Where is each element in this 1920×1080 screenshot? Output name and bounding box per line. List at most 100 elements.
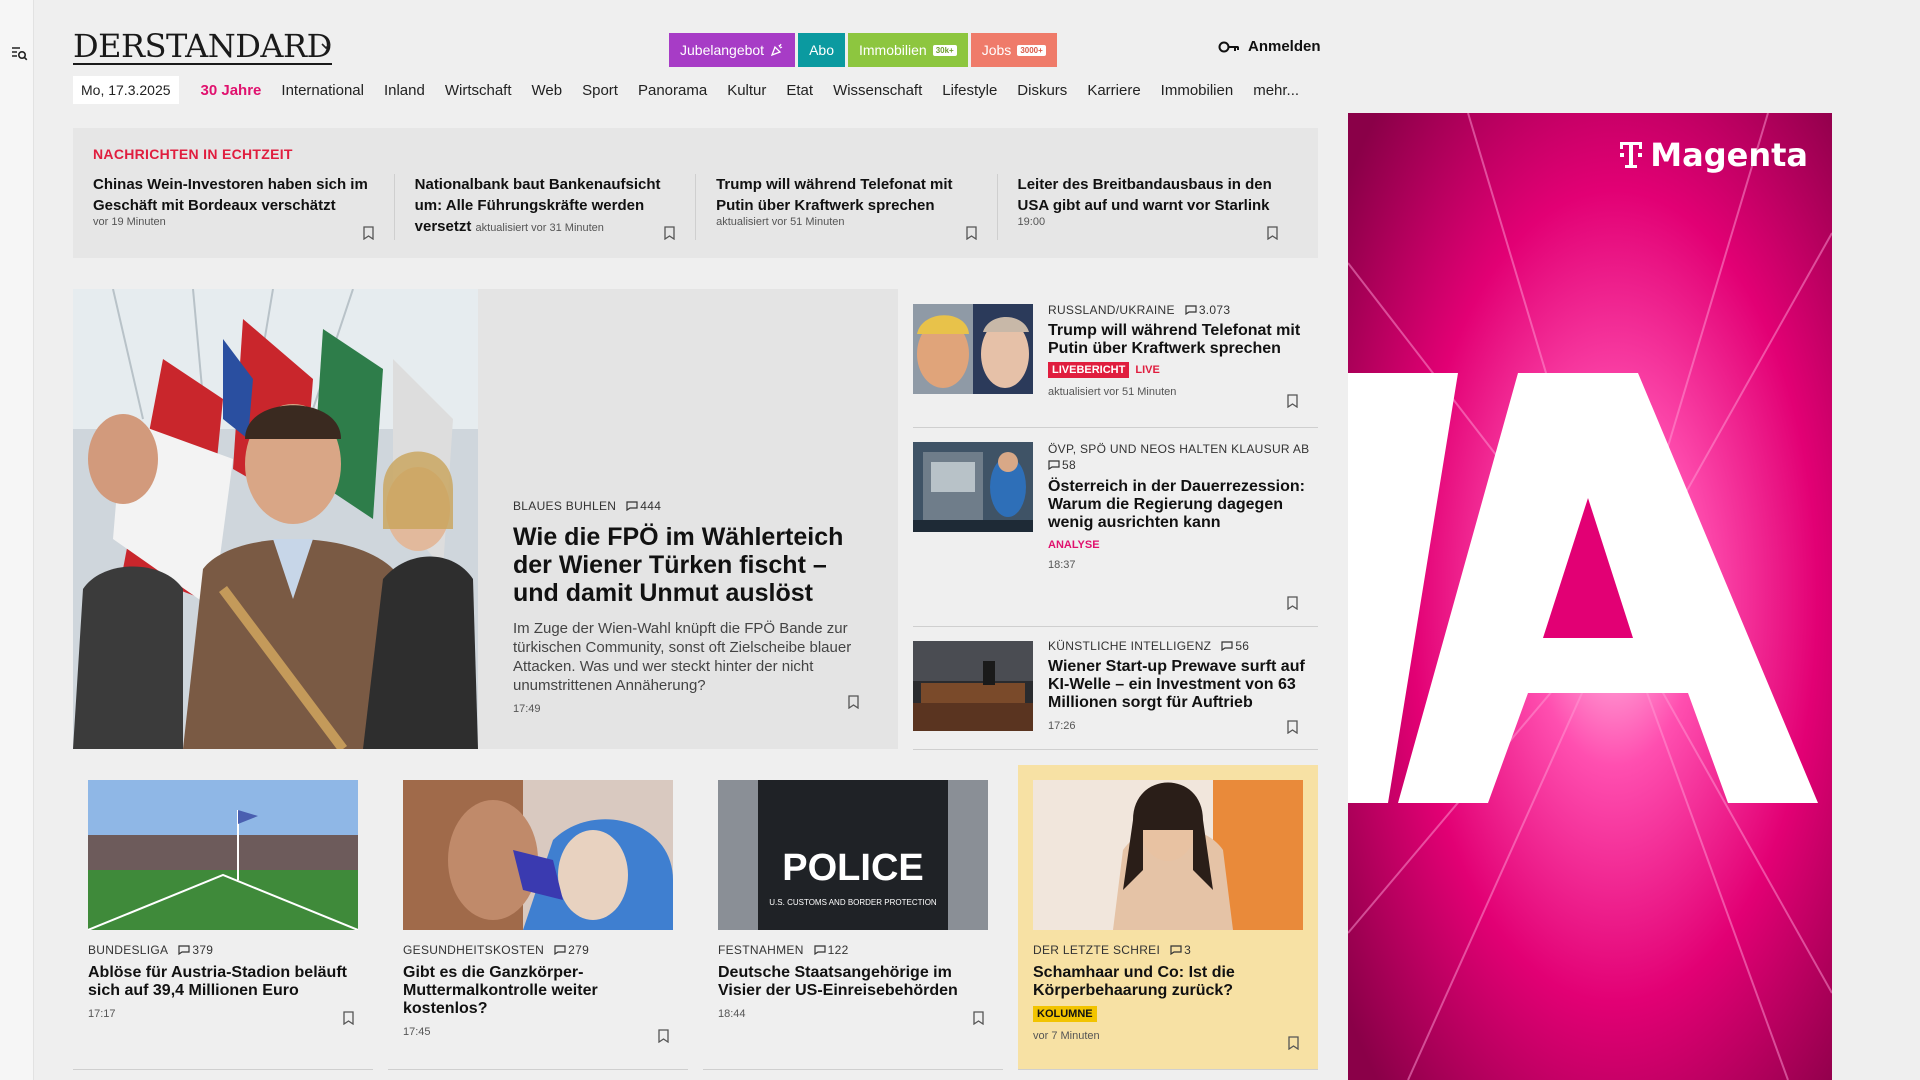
bookmark-icon[interactable] (965, 226, 977, 240)
login-button[interactable]: Anmelden (1218, 38, 1321, 55)
promo-tag: 30k+ (932, 44, 957, 56)
bookmark-icon[interactable] (848, 695, 859, 709)
article-card[interactable]: POLICE U.S. CUSTOMS AND BORDER PROTECTIO… (703, 765, 1003, 1070)
nav-item-karriere[interactable]: Karriere (1087, 82, 1140, 99)
comment-count[interactable]: 58 (1048, 458, 1076, 472)
comment-number: 122 (827, 943, 849, 957)
ticker-title: Trump will während Telefonat mit Putin ü… (716, 176, 953, 214)
ad-brand-logo: Magenta (1618, 136, 1808, 174)
nav-item-wirtschaft[interactable]: Wirtschaft (445, 82, 512, 99)
article-time: 17:49 (513, 703, 541, 715)
side-article[interactable]: ÖVP, SPÖ UND NEOS HALTEN KLAUSUR AB 58 Ö… (913, 428, 1318, 627)
article-card-highlight[interactable]: DER LETZTE SCHREI 3 Schamhaar und Co: Is… (1018, 765, 1318, 1070)
promo-jubelangebot[interactable]: Jubelangebot (669, 33, 796, 67)
side-article-title[interactable]: Trump will während Telefonat mit Putin ü… (1048, 322, 1313, 358)
article-card-image[interactable] (88, 780, 358, 930)
left-sidebar (0, 0, 34, 1080)
nav-item-30-jahre[interactable]: 30 Jahre (201, 82, 262, 99)
article-card-title[interactable]: Ablöse für Austria-Stadion beläuft sich … (88, 964, 358, 1000)
comment-number: 58 (1062, 458, 1076, 472)
comment-icon (1048, 460, 1060, 470)
article-card[interactable]: GESUNDHEITSKOSTEN 279 Gibt es die Ganzkö… (388, 765, 688, 1070)
nav-item-etat[interactable]: Etat (786, 82, 813, 99)
promo-abo[interactable]: Abo (798, 33, 845, 67)
nav-item-wissenschaft[interactable]: Wissenschaft (833, 82, 922, 99)
key-icon (1218, 41, 1239, 52)
side-article-image[interactable] (913, 442, 1033, 532)
comment-count[interactable]: 122 (814, 943, 849, 957)
nav-item-inland[interactable]: Inland (384, 82, 425, 99)
promo-jobs[interactable]: Jobs 3000+ (970, 33, 1057, 67)
comment-count[interactable]: 379 (178, 943, 213, 957)
ad-brand-name: Magenta (1650, 136, 1808, 174)
nav-item-diskurs[interactable]: Diskurs (1017, 82, 1067, 99)
lead-article[interactable]: BLAUES BUHLEN 444 Wie die FPÖ im Wählert… (73, 289, 898, 749)
bookmark-icon[interactable] (343, 1011, 354, 1025)
bookmark-icon[interactable] (362, 226, 374, 240)
ticker-item[interactable]: Nationalbank baut Bankenaufsicht um: All… (393, 174, 695, 240)
chevron-down-icon[interactable] (320, 40, 332, 52)
comment-count[interactable]: 444 (626, 499, 661, 513)
news-ticker: NACHRICHTEN IN ECHTZEIT Chinas Wein-Inve… (73, 128, 1318, 258)
side-article-title[interactable]: Wiener Start-up Prewave surft auf KI-Wel… (1048, 658, 1313, 712)
article-time: 17:17 (88, 1008, 116, 1020)
police-subtext: U.S. CUSTOMS AND BORDER PROTECTION (769, 898, 937, 907)
side-article-title[interactable]: Österreich in der Dauerrezession: Warum … (1048, 478, 1313, 532)
article-card-image[interactable] (403, 780, 673, 930)
nav-item-immobilien[interactable]: Immobilien (1161, 82, 1234, 99)
article-card-title[interactable]: Gibt es die Ganzkörper-Muttermalkontroll… (403, 964, 673, 1018)
bookmark-icon[interactable] (1287, 720, 1298, 734)
kicker-text: DER LETZTE SCHREI (1033, 943, 1161, 957)
nav-item-international[interactable]: International (281, 82, 364, 99)
main-nav: Mo, 17.3.2025 30 Jahre International Inl… (73, 76, 1309, 104)
bookmark-icon[interactable] (1287, 596, 1298, 610)
ticker-time: vor 19 Minuten (93, 216, 166, 228)
article-card-title[interactable]: Schamhaar und Co: Ist die Körperbehaarun… (1033, 964, 1303, 1000)
bookmark-icon[interactable] (1267, 226, 1278, 240)
article-kicker: DER LETZTE SCHREI 3 (1033, 943, 1303, 957)
telekom-t-icon (1620, 142, 1643, 168)
advertisement-banner[interactable]: Magenta (1348, 113, 1832, 1080)
nav-item-web[interactable]: Web (532, 82, 563, 99)
side-article-image[interactable] (913, 304, 1033, 394)
article-card[interactable]: BUNDESLIGA 379 Ablöse für Austria-Stadio… (73, 765, 373, 1070)
side-article[interactable]: RUSSLAND/UKRAINE 3.073 Trump will währen… (913, 289, 1318, 428)
promo-label: Immobilien (859, 42, 927, 58)
article-card-row: BUNDESLIGA 379 Ablöse für Austria-Stadio… (73, 765, 1318, 1080)
party-icon (770, 43, 783, 57)
bookmark-icon[interactable] (1287, 394, 1298, 408)
comment-count[interactable]: 279 (554, 943, 589, 957)
kicker-text: KÜNSTLICHE INTELLIGENZ (1048, 639, 1212, 653)
comment-count[interactable]: 3 (1170, 943, 1191, 957)
article-card-image[interactable] (1033, 780, 1303, 930)
nav-item-sport[interactable]: Sport (582, 82, 618, 99)
ticker-item[interactable]: Trump will während Telefonat mit Putin ü… (695, 174, 996, 240)
bookmark-icon[interactable] (658, 1029, 669, 1043)
ticker-item[interactable]: Leiter des Breitbandausbaus in den USA g… (996, 174, 1298, 240)
lead-article-title[interactable]: Wie die FPÖ im Wählerteich der Wiener Tü… (513, 523, 868, 607)
comment-count[interactable]: 56 (1221, 639, 1249, 653)
lead-article-teaser: Im Zuge der Wien-Wahl knüpft die FPÖ Ban… (513, 620, 852, 694)
nav-item-kultur[interactable]: Kultur (727, 82, 766, 99)
article-kicker: FESTNAHMEN 122 (718, 943, 988, 957)
site-logo[interactable]: DERSTANDARD (73, 30, 332, 65)
login-label: Anmelden (1248, 38, 1321, 55)
menu-search-icon[interactable] (10, 44, 28, 62)
bookmark-icon[interactable] (1288, 1036, 1299, 1050)
side-article-image[interactable] (913, 641, 1033, 731)
nav-item-mehr[interactable]: mehr... (1253, 82, 1299, 99)
bookmark-icon[interactable] (973, 1011, 984, 1025)
lead-article-image[interactable] (73, 289, 478, 749)
ticker-item[interactable]: Chinas Wein-Investoren haben sich im Ges… (93, 174, 394, 240)
nav-item-lifestyle[interactable]: Lifestyle (942, 82, 997, 99)
kicker-text: FESTNAHMEN (718, 943, 804, 957)
bookmark-icon[interactable] (664, 226, 675, 240)
comment-number: 3 (1184, 943, 1192, 957)
promo-immobilien[interactable]: Immobilien 30k+ (848, 33, 968, 67)
comment-count[interactable]: 3.073 (1185, 303, 1231, 317)
article-card-image[interactable]: POLICE U.S. CUSTOMS AND BORDER PROTECTIO… (718, 780, 988, 930)
nav-item-panorama[interactable]: Panorama (638, 82, 707, 99)
side-article[interactable]: KÜNSTLICHE INTELLIGENZ 56 Wiener Start-u… (913, 627, 1318, 750)
ticker-title: Leiter des Breitbandausbaus in den USA g… (1017, 176, 1272, 214)
article-card-title[interactable]: Deutsche Staatsangehörige im Visier der … (718, 964, 988, 1000)
